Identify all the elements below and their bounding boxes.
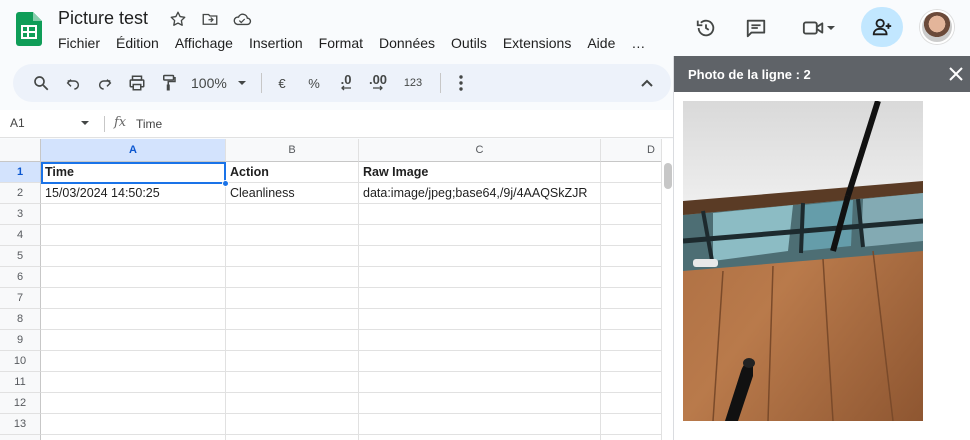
panel-header: Photo de la ligne : 2 (674, 56, 970, 92)
document-title[interactable]: Picture test (58, 8, 148, 29)
app-header: Picture test Fichier Édition Affichage I… (0, 0, 970, 58)
row-header-10[interactable]: 10 (0, 351, 41, 372)
row-photo-image (683, 101, 923, 421)
column-divider (600, 204, 601, 440)
row-header-7[interactable]: 7 (0, 288, 41, 309)
collapse-toolbar-icon[interactable] (633, 69, 661, 97)
row-header-13[interactable]: 13 (0, 414, 41, 435)
row-header-9[interactable]: 9 (0, 330, 41, 351)
row-header-12[interactable]: 12 (0, 393, 41, 414)
formula-divider (104, 116, 105, 132)
sheets-logo-icon[interactable] (16, 12, 42, 46)
meet-call-button[interactable] (796, 10, 842, 46)
cell-d1[interactable] (601, 162, 661, 183)
menu-extensions[interactable]: Extensions (495, 34, 579, 52)
paint-format-icon[interactable] (155, 69, 183, 97)
photo-side-panel: Photo de la ligne : 2 (673, 56, 970, 440)
share-button[interactable] (861, 7, 903, 47)
menu-help[interactable]: Aide (579, 34, 623, 52)
search-menus-icon[interactable] (27, 69, 55, 97)
menu-file[interactable]: Fichier (50, 34, 108, 52)
select-all-corner[interactable] (0, 139, 41, 162)
menu-view[interactable]: Affichage (167, 34, 241, 52)
zoom-value: 100% (191, 75, 227, 91)
fx-icon: fx (114, 115, 127, 130)
spreadsheet-grid: A B C D 1 2 3 4 5 6 7 8 9 10 11 12 13 Ti… (0, 139, 661, 440)
name-box[interactable]: A1 (10, 116, 25, 130)
row-header-8[interactable]: 8 (0, 309, 41, 330)
cloud-saved-icon[interactable] (232, 9, 252, 29)
chevron-down-icon (827, 26, 835, 30)
app-window: Picture test Fichier Édition Affichage I… (0, 0, 970, 440)
menu-format[interactable]: Format (311, 34, 371, 52)
menu-edit[interactable]: Édition (108, 34, 167, 52)
empty-cells-area[interactable] (41, 204, 661, 440)
row-header-3[interactable]: 3 (0, 204, 41, 225)
number-format-button[interactable]: 123 (396, 69, 430, 97)
chevron-down-icon (238, 81, 246, 85)
print-icon[interactable] (123, 69, 151, 97)
menu-more[interactable]: … (623, 34, 653, 52)
menu-tools[interactable]: Outils (443, 34, 495, 52)
more-options-icon[interactable] (447, 69, 475, 97)
cell-b2[interactable]: Cleanliness (226, 183, 359, 204)
fill-handle[interactable] (222, 180, 229, 187)
decrease-decimals-label: .0 (340, 72, 352, 87)
menu-bar: Fichier Édition Affichage Insertion Form… (50, 34, 653, 52)
increase-decimals-button[interactable]: .00 (364, 69, 392, 97)
move-to-folder-icon[interactable] (200, 9, 220, 29)
cell-c2[interactable]: data:image/jpeg;base64,/9j/4AAQSkZJR (359, 183, 601, 204)
percent-format-button[interactable]: % (300, 69, 328, 97)
version-history-icon[interactable] (692, 10, 720, 46)
arrow-right-icon (373, 85, 383, 91)
cell-a2[interactable]: 15/03/2024 14:50:25 (41, 183, 226, 204)
row-header-6[interactable]: 6 (0, 267, 41, 288)
cell-d2[interactable] (601, 183, 661, 204)
row-header-2[interactable]: 2 (0, 183, 41, 204)
toolbar: 100% € % .0 .00 123 (13, 64, 671, 102)
arrow-left-icon (341, 85, 351, 91)
video-camera-icon (802, 21, 824, 35)
user-avatar[interactable] (920, 10, 954, 44)
title-actions (168, 9, 252, 29)
column-header-c[interactable]: C (359, 139, 601, 162)
column-header-d[interactable]: D (601, 139, 661, 162)
cell-c1[interactable]: Raw Image (359, 162, 601, 183)
chevron-down-icon[interactable] (80, 119, 90, 127)
currency-format-button[interactable]: € (268, 69, 296, 97)
panel-title: Photo de la ligne : 2 (688, 67, 811, 82)
column-divider (225, 204, 226, 440)
column-header-b[interactable]: B (226, 139, 359, 162)
zoom-select[interactable]: 100% (187, 69, 251, 97)
formula-input[interactable]: Time (136, 117, 162, 131)
cell-b1[interactable]: Action (226, 162, 359, 183)
row-header-11[interactable]: 11 (0, 372, 41, 393)
row-header-14[interactable] (0, 435, 41, 440)
redo-icon[interactable] (91, 69, 119, 97)
toolbar-divider (261, 73, 262, 93)
star-icon[interactable] (168, 9, 188, 29)
menu-insert[interactable]: Insertion (241, 34, 311, 52)
toolbar-divider (440, 73, 441, 93)
scrollbar-thumb[interactable] (664, 163, 672, 189)
menu-data[interactable]: Données (371, 34, 443, 52)
increase-decimals-label: .00 (368, 72, 388, 87)
row-header-5[interactable]: 5 (0, 246, 41, 267)
row-header-4[interactable]: 4 (0, 225, 41, 246)
decrease-decimals-button[interactable]: .0 (332, 69, 360, 97)
selected-cell-outline (41, 162, 226, 184)
row-header-1[interactable]: 1 (0, 162, 41, 183)
column-divider (358, 204, 359, 440)
formula-bar: A1 fx Time (0, 110, 673, 138)
close-icon[interactable] (948, 66, 964, 82)
undo-icon[interactable] (59, 69, 87, 97)
comments-icon[interactable] (742, 10, 770, 46)
column-header-a[interactable]: A (41, 139, 226, 162)
vertical-scrollbar[interactable] (661, 139, 673, 440)
add-person-icon (872, 18, 892, 36)
